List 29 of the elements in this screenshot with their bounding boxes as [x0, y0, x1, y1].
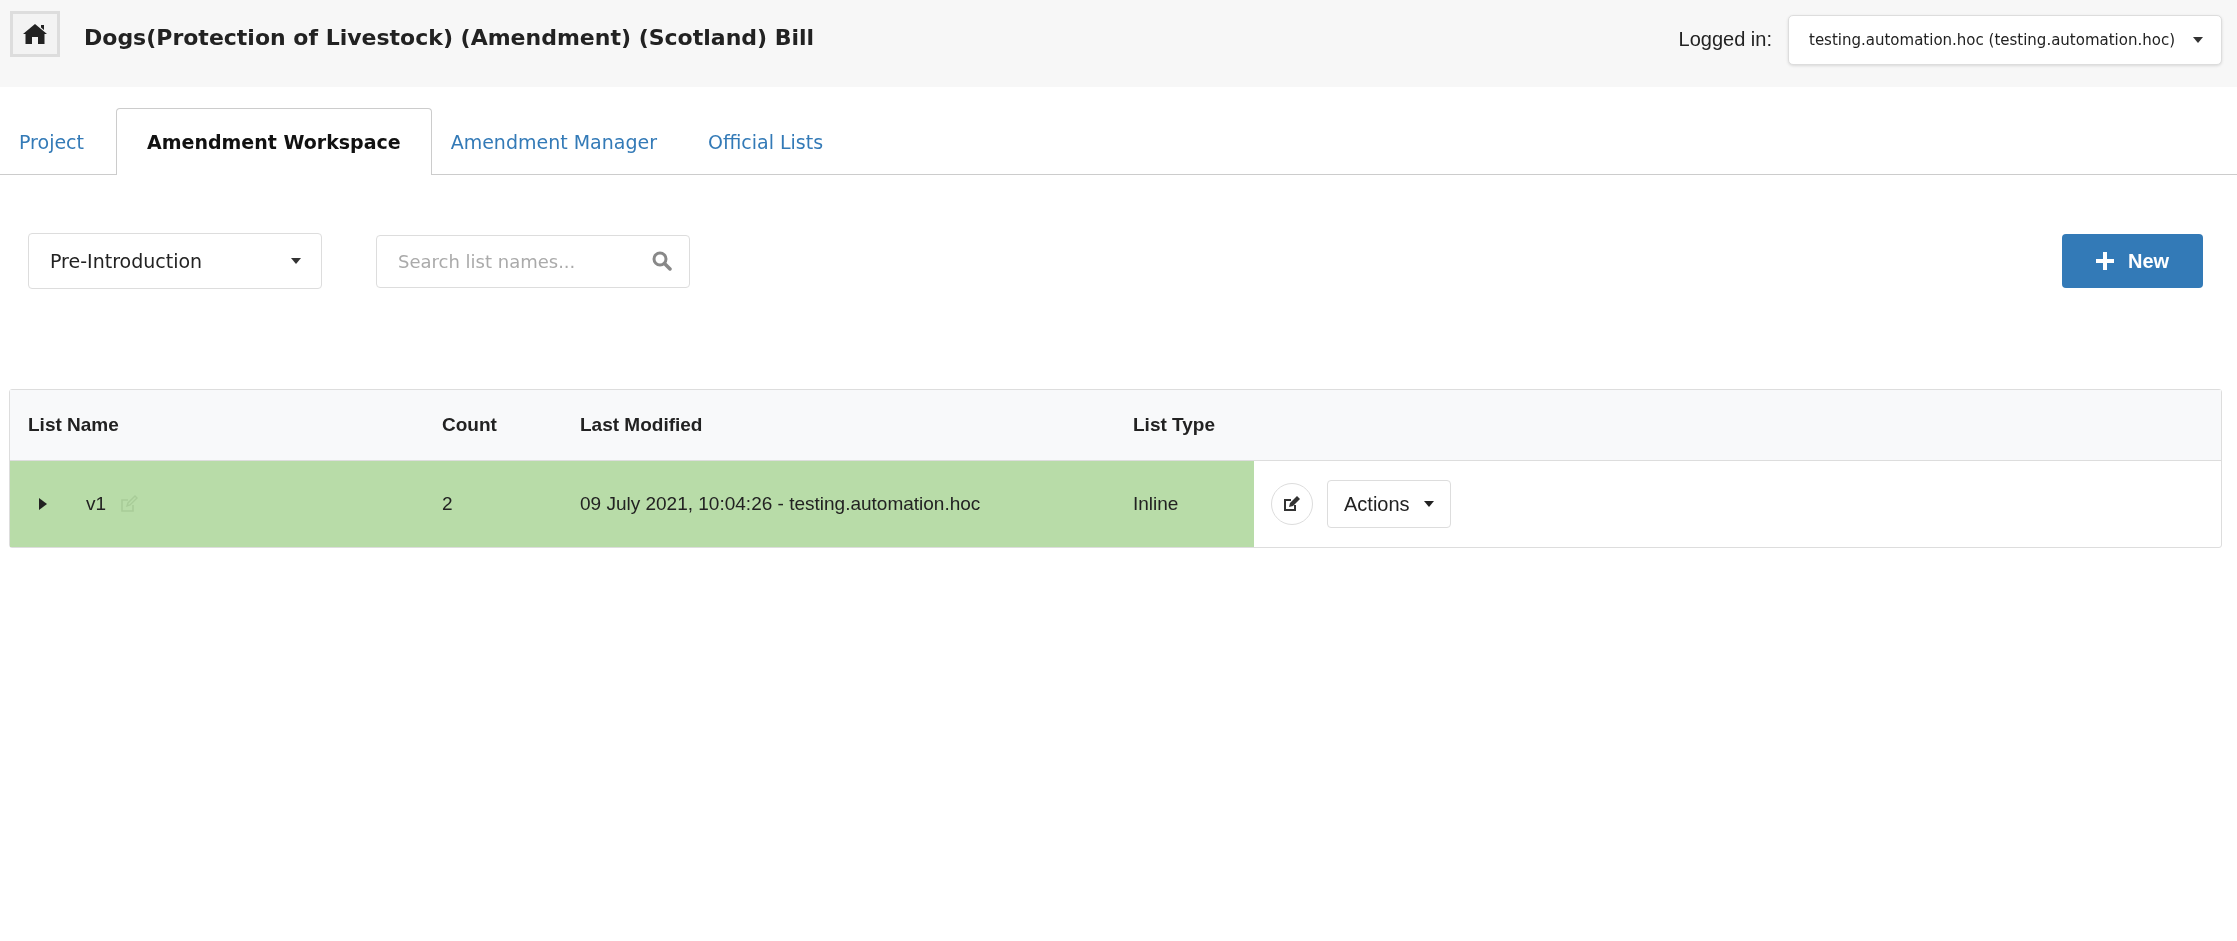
- column-header: Count: [442, 414, 498, 436]
- table-cell: v1: [86, 493, 107, 515]
- table-cell-text: Inline: [1133, 493, 1180, 515]
- logged-in-label: Logged in:: [1678, 28, 1772, 51]
- column-header: Last Modified: [580, 414, 704, 436]
- home-icon: [22, 22, 48, 45]
- home-button[interactable]: [10, 10, 60, 57]
- new-button[interactable]: New: [2062, 234, 2203, 288]
- column-header: List Type: [1133, 414, 1216, 436]
- caret-right-icon[interactable]: [38, 497, 48, 511]
- tab[interactable]: Official Lists: [689, 108, 856, 174]
- tab[interactable]: Amendment Workspace: [116, 108, 432, 175]
- column-header: List Name: [27, 414, 120, 436]
- bill-title: Dogs(Protection of Livestock) (Amendment) (Scotland) Bill: [84, 25, 815, 50]
- stage-dropdown[interactable]: Pre-Introduction: [28, 233, 322, 289]
- table-cell-text: 2: [442, 493, 454, 515]
- search-field[interactable]: Search list names...: [376, 234, 690, 288]
- edit-icon: [1283, 495, 1301, 513]
- caret-icon: [291, 258, 301, 264]
- plus-icon: [2095, 252, 2114, 270]
- tab[interactable]: Project: [0, 108, 116, 174]
- table-cell-text: 09 July 2021, 10:04:26 - testing.automation.hoc: [580, 493, 982, 515]
- edit-button[interactable]: [1271, 483, 1313, 525]
- caret-icon: [2193, 36, 2203, 43]
- actions-dropdown[interactable]: Actions: [1327, 480, 1451, 528]
- tab[interactable]: Amendment Manager: [431, 108, 689, 174]
- caret-icon: [1423, 501, 1434, 507]
- user-dropdown[interactable]: testing.automation.hoc (testing.automation.hoc): [1788, 14, 2222, 65]
- search-icon: [652, 250, 672, 271]
